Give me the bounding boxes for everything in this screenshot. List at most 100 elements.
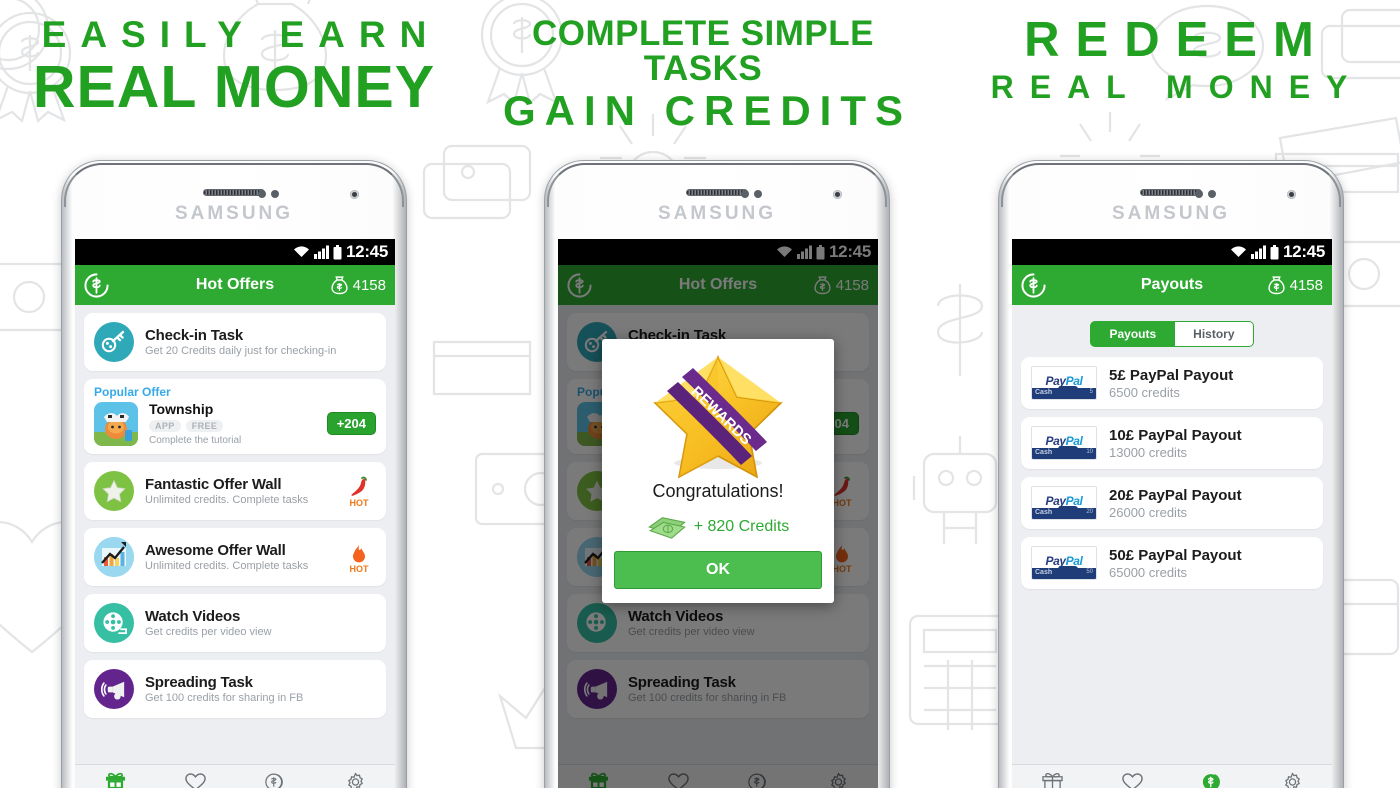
nav-item-invite[interactable]: Invite — [155, 772, 235, 788]
popular-offer-credit-badge[interactable]: +204 — [326, 412, 376, 435]
front-camera-icon — [1287, 190, 1296, 199]
money-bag-icon — [1268, 275, 1285, 294]
paypal-card-bar: Cash 50 — [1032, 568, 1096, 579]
township-app-icon — [94, 401, 138, 446]
offer-subtitle: Get 20 Credits daily just for checking-i… — [145, 345, 337, 357]
popular-offer-card[interactable]: Popular Offer Township APP FREE — [84, 379, 386, 454]
nav-item-payouts[interactable]: Payouts — [1172, 772, 1252, 788]
offer-subtitle: Unlimited credits. Complete tasks — [145, 560, 309, 572]
paypal-card-bar: Cash 10 — [1032, 448, 1096, 459]
nav-item-offers[interactable]: Offers — [75, 772, 155, 788]
payout-card[interactable]: PayPal Cash 5 5£ PayPal Payout 6500 cred… — [1021, 357, 1323, 409]
phone-mockup: SAMSUNG 12:45 Hot Offers 4158 — [61, 160, 407, 788]
payouts-list: Payouts History PayPal Cash 5 5£ PayPal … — [1012, 305, 1332, 764]
offer-card-checkin[interactable]: Check-in Task Get 20 Credits daily just … — [84, 313, 386, 371]
earpiece-speaker-icon — [203, 189, 265, 196]
headline-line-1: EASILY EARN — [41, 14, 441, 55]
chili-pepper-icon — [351, 476, 367, 496]
headline-line-1: COMPLETE SIMPLE TASKS — [532, 14, 874, 88]
offer-subtitle: Unlimited credits. Complete tasks — [145, 494, 309, 506]
nav-item-offers[interactable]: Offers — [1012, 772, 1092, 788]
status-time: 12:45 — [1283, 242, 1325, 261]
offer-card-awesome-offer-wall[interactable]: Awesome Offer Wall Unlimited credits. Co… — [84, 528, 386, 586]
popular-offer-tags: APP FREE — [149, 420, 316, 432]
nav-item-payouts[interactable]: Payouts — [235, 772, 315, 788]
offer-subtitle: Get credits per video view — [145, 626, 272, 638]
offer-title: Check-in Task — [145, 327, 243, 344]
credit-balance[interactable]: 4158 — [330, 275, 386, 296]
payout-card[interactable]: PayPal Cash 10 10£ PayPal Payout 13000 c… — [1021, 417, 1323, 469]
offer-hot-badge: HOT — [342, 541, 376, 574]
payout-subtitle: 13000 credits — [1109, 444, 1188, 460]
gift-icon — [1041, 772, 1063, 788]
wifi-icon — [294, 246, 310, 257]
status-time: 12:45 — [346, 242, 388, 261]
device-brand-label: SAMSUNG — [174, 203, 294, 224]
congratulations-dialog: REWARDS Congratulations! + 820 Credits O… — [602, 339, 834, 603]
paypal-cash-label: Cash — [1035, 569, 1053, 576]
nav-item-invite[interactable]: Invite — [1092, 772, 1172, 788]
payout-card[interactable]: PayPal Cash 20 20£ PayPal Payout 26000 c… — [1021, 477, 1323, 529]
battery-icon — [333, 244, 342, 259]
phone-screen: 12:45 Payouts 4158 Payouts History PayPa… — [1012, 239, 1332, 788]
dialog-credits-text: + 820 Credits — [693, 518, 790, 535]
paypal-card-number: 20 — [1086, 509, 1093, 515]
credit-balance[interactable]: 4158 — [1267, 275, 1323, 296]
tag-free: FREE — [185, 420, 224, 432]
nav-item-settings[interactable]: Settings — [1252, 772, 1332, 788]
status-bar: 12:45 — [75, 239, 395, 265]
promo-panel-offers: EASILY EARN REAL MONEY SAMSUNG 12:45 Hot… — [0, 0, 468, 788]
app-bar: Hot Offers 4158 — [75, 265, 395, 305]
phone-screen: 12:45 Hot Offers 4158 — [75, 239, 395, 788]
offer-card-text: Fantastic Offer Wall Unlimited credits. … — [145, 476, 331, 506]
phone-screen: 12:45 Hot Offers 4158 — [558, 239, 878, 788]
panel-headline: EASILY EARN REAL MONEY — [0, 16, 468, 117]
proximity-sensor-icon — [741, 190, 749, 198]
signal-icon — [314, 245, 330, 259]
device-brand-label: SAMSUNG — [657, 203, 777, 224]
rewards-star-icon: REWARDS — [653, 355, 783, 479]
panel-headline: REDEEM REAL MONEY — [938, 16, 1400, 105]
promo-panels: EASILY EARN REAL MONEY SAMSUNG 12:45 Hot… — [0, 0, 1400, 788]
offer-card-watch-videos[interactable]: Watch Videos Get credits per video view — [84, 594, 386, 652]
offer-card-fantastic-offer-wall[interactable]: Fantastic Offer Wall Unlimited credits. … — [84, 462, 386, 520]
nav-item-settings[interactable]: Settings — [315, 772, 395, 788]
payout-title: 50£ PayPal Payout — [1109, 546, 1242, 564]
coin-icon — [264, 773, 283, 788]
paypal-logo: PayPal Cash 10 — [1031, 426, 1097, 460]
battery-icon — [1270, 244, 1279, 259]
payout-card[interactable]: PayPal Cash 50 50£ PayPal Payout 65000 c… — [1021, 537, 1323, 589]
tab-history[interactable]: History — [1175, 321, 1254, 347]
promo-panel-payouts: REDEEM REAL MONEY SAMSUNG 12:45 Payouts … — [938, 0, 1400, 788]
payout-text: 20£ PayPal Payout 26000 credits — [1109, 487, 1242, 520]
paypal-logo: PayPal Cash 20 — [1031, 486, 1097, 520]
offer-subtitle: Get 100 credits for sharing in FB — [145, 692, 304, 704]
offers-list: Check-in Task Get 20 Credits daily just … — [75, 305, 395, 764]
popular-offer-info: Township APP FREE Complete the tutorial — [149, 401, 316, 446]
payout-text: 10£ PayPal Payout 13000 credits — [1109, 427, 1242, 460]
dialog-ok-button[interactable]: OK — [614, 551, 822, 589]
offer-card-text: Check-in Task Get 20 Credits daily just … — [145, 327, 376, 357]
light-sensor-icon — [754, 190, 762, 198]
status-bar: 12:45 — [1012, 239, 1332, 265]
panel-headline: COMPLETE SIMPLE TASKS GAIN CREDITS — [468, 16, 938, 132]
offer-card-spreading-task[interactable]: Spreading Task Get 100 credits for shari… — [84, 660, 386, 718]
dialog-credits-row: + 820 Credits — [614, 514, 822, 540]
offer-title: Fantastic Offer Wall — [145, 476, 282, 493]
paypal-logo: PayPal Cash 50 — [1031, 546, 1097, 580]
headline-line-2: REAL MONEY — [32, 54, 436, 120]
popular-offer-row: Township APP FREE Complete the tutorial … — [94, 401, 376, 446]
headline-line-2: REAL MONEY — [990, 69, 1364, 105]
tab-payouts[interactable]: Payouts — [1090, 321, 1176, 347]
phone-top-bezel: SAMSUNG — [545, 161, 889, 239]
credit-amount: 4158 — [1289, 276, 1323, 294]
earpiece-speaker-icon — [1140, 189, 1202, 196]
paypal-logo: PayPal Cash 5 — [1031, 366, 1097, 400]
headline-line-2: GAIN CREDITS — [502, 87, 912, 134]
front-camera-icon — [350, 190, 359, 199]
offer-title: Watch Videos — [145, 608, 241, 625]
payout-subtitle: 6500 credits — [1109, 384, 1180, 400]
payout-title: 10£ PayPal Payout — [1109, 426, 1242, 444]
star-icon — [94, 471, 134, 511]
gear-icon — [1284, 772, 1300, 788]
